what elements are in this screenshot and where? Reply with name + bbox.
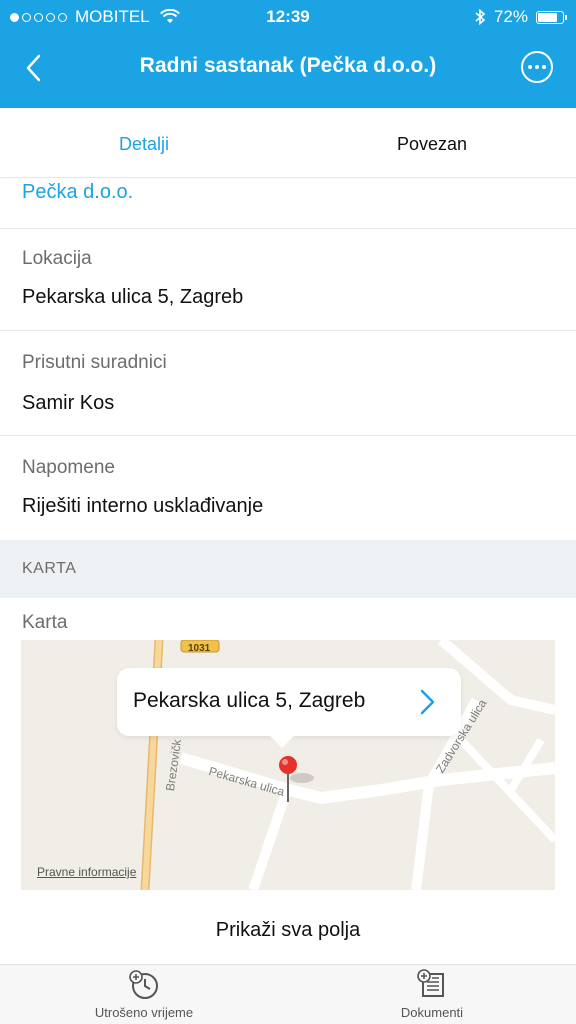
details-content[interactable]: Pečka d.o.o. Lokacija Pekarska ulica 5, … xyxy=(0,178,576,895)
bottom-item-label: Utrošeno vrijeme xyxy=(94,1005,194,1020)
time-spent-button[interactable]: Utrošeno vrijeme xyxy=(0,965,288,1024)
field-label: Napomene xyxy=(22,457,115,478)
field-label: Lokacija xyxy=(22,248,92,269)
field-map: Karta xyxy=(0,598,576,638)
field-value: Riješiti interno usklađivanje xyxy=(22,495,264,517)
documents-icon xyxy=(417,969,444,997)
documents-button[interactable]: Dokumenti xyxy=(288,965,576,1024)
status-bar: MOBITEL 12:39 72% xyxy=(0,0,576,34)
field-label: Prisutni suradnici xyxy=(22,352,167,373)
tab-povezan[interactable]: Povezan xyxy=(288,108,576,177)
chevron-right-icon xyxy=(420,689,435,715)
bottom-item-label: Dokumenti xyxy=(400,1005,464,1020)
more-options-icon xyxy=(528,65,532,69)
field-label: Karta xyxy=(22,612,68,633)
company-link[interactable]: Pečka d.o.o. xyxy=(22,181,133,204)
legal-info-link[interactable]: Pravne informacije xyxy=(37,865,136,879)
field-notes: Napomene Riješiti interno usklađivanje xyxy=(0,435,576,539)
bluetooth-icon xyxy=(475,8,486,26)
bottom-toolbar: Utrošeno vrijeme Dokumenti xyxy=(0,965,576,1024)
section-title: KARTA xyxy=(22,560,77,577)
battery-icon xyxy=(536,10,567,24)
road-number-label: 1031 xyxy=(188,643,211,654)
tab-detalji[interactable]: Detalji xyxy=(0,108,288,177)
location-callout[interactable]: Pekarska ulica 5, Zagreb xyxy=(117,668,461,748)
chevron-left-icon xyxy=(26,54,41,82)
map-view[interactable]: 1031 Pekarska ulica Brezovičk Zadvorska … xyxy=(21,640,555,890)
navigation-bar: Radni sastanak (Pečka d.o.o.) xyxy=(0,34,576,108)
callout-address: Pekarska ulica 5, Zagreb xyxy=(133,689,366,712)
show-all-fields-button[interactable]: Prikaži sva polja xyxy=(0,895,576,965)
time-spent-icon xyxy=(129,970,158,999)
back-button[interactable] xyxy=(18,50,54,86)
field-value: Samir Kos xyxy=(22,392,115,414)
section-header-map: KARTA xyxy=(0,540,576,598)
field-value: Pekarska ulica 5, Zagreb xyxy=(22,286,244,308)
battery-percent: 72% xyxy=(493,7,528,26)
field-attendees: Prisutni suradnici Samir Kos xyxy=(0,330,576,436)
page-title: Radni sastanak (Pečka d.o.o.) xyxy=(139,54,437,77)
field-location: Lokacija Pekarska ulica 5, Zagreb xyxy=(0,228,576,334)
more-options-button[interactable] xyxy=(521,51,553,83)
tab-bar: Detalji Povezan xyxy=(0,108,576,178)
header: MOBITEL 12:39 72% Radni sastanak (Pečka … xyxy=(0,0,576,108)
